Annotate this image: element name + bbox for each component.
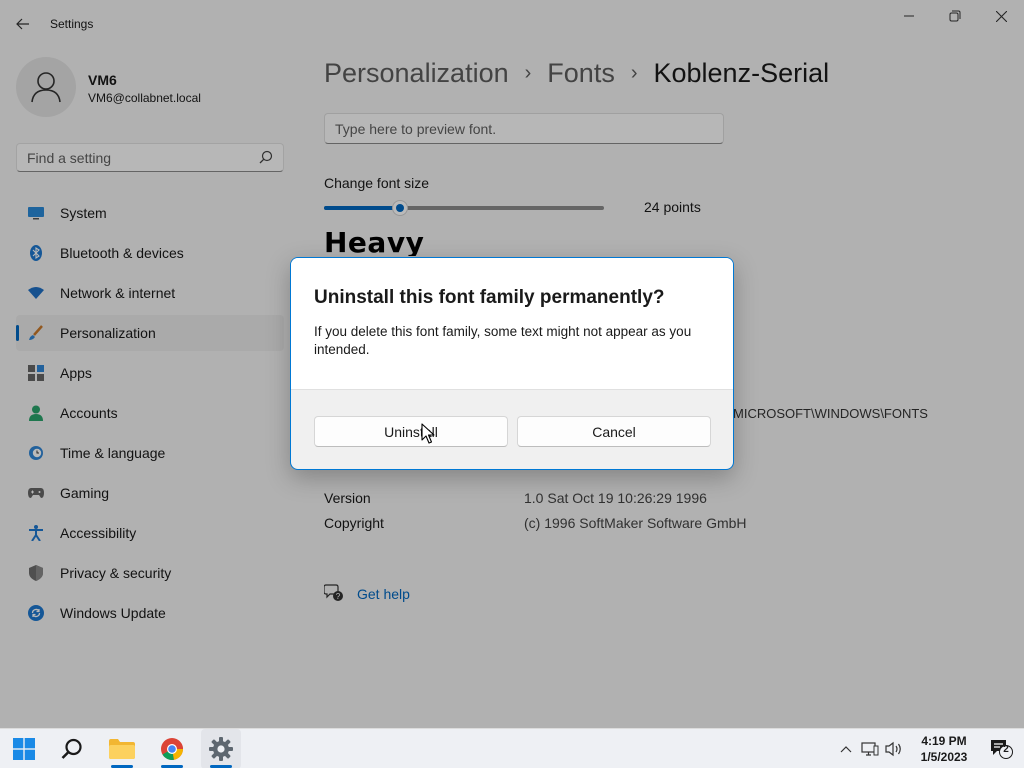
network-tray-button[interactable] xyxy=(860,739,880,759)
search-icon xyxy=(61,738,82,759)
gear-icon xyxy=(209,737,233,761)
dialog-title: Uninstall this font family permanently? xyxy=(314,287,665,308)
network-monitor-icon xyxy=(861,742,879,756)
chrome-button[interactable] xyxy=(152,729,192,768)
windows-logo-icon xyxy=(13,738,35,760)
settings-app-button[interactable] xyxy=(201,729,241,768)
notification-center-button[interactable]: 2 xyxy=(990,739,1014,764)
taskbar-search-button[interactable] xyxy=(52,729,92,768)
dialog-message: If you delete this font family, some tex… xyxy=(314,324,692,357)
file-explorer-button[interactable] xyxy=(102,729,142,768)
clock-time: 4:19 PM xyxy=(921,734,967,748)
chrome-icon xyxy=(161,738,183,760)
uninstall-button[interactable]: Uninstall xyxy=(314,416,508,447)
dialog-body: Uninstall this font family permanently? … xyxy=(291,258,733,390)
mouse-cursor-icon xyxy=(421,423,435,444)
start-button[interactable] xyxy=(4,729,44,768)
clock-date: 1/5/2023 xyxy=(920,750,968,764)
uninstall-dialog: Uninstall this font family permanently? … xyxy=(290,257,734,470)
show-hidden-icons-button[interactable] xyxy=(836,739,856,759)
chevron-up-icon xyxy=(840,746,852,753)
taskbar-clock[interactable]: 4:19 PM 1/5/2023 xyxy=(908,733,980,765)
notification-badge: 2 xyxy=(1003,744,1009,755)
volume-tray-button[interactable] xyxy=(884,739,904,759)
settings-window: Settings VM6 VM6@collabnet.local System … xyxy=(0,0,1024,728)
taskbar: 4:19 PM 1/5/2023 2 xyxy=(0,728,1024,768)
cancel-button[interactable]: Cancel xyxy=(517,416,711,447)
folder-icon xyxy=(109,739,135,759)
speaker-icon xyxy=(885,741,901,757)
